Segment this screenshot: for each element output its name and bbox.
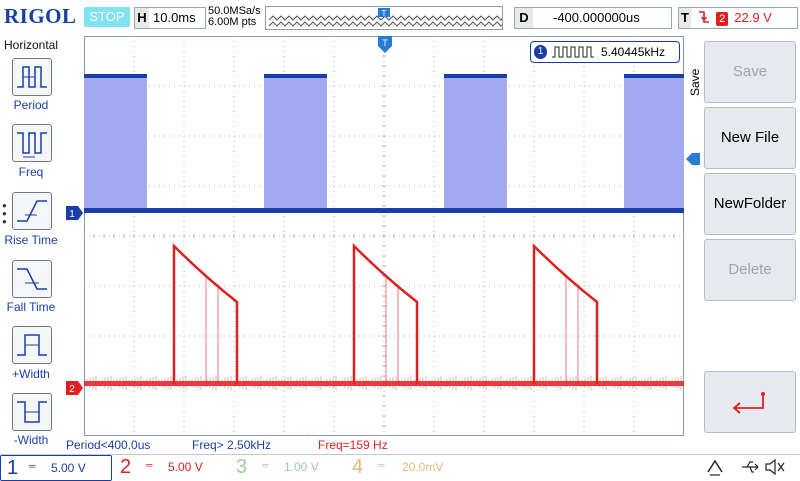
frequency-icon bbox=[17, 132, 47, 158]
trigger-level-marker[interactable] bbox=[686, 153, 700, 165]
menu-title: Horizontal bbox=[3, 38, 59, 52]
ch1-baseline bbox=[84, 208, 684, 213]
return-button[interactable] bbox=[704, 371, 796, 433]
measurement-freq-ch1[interactable]: Freq> 2.50kHz bbox=[192, 436, 271, 454]
rise-time-icon bbox=[17, 200, 47, 222]
ch3-scale: 1.00 V bbox=[284, 460, 319, 474]
usb-icon bbox=[742, 461, 759, 473]
ch4-scale: 20.0mV bbox=[402, 460, 444, 474]
period-icon bbox=[17, 66, 47, 88]
negative-width-icon bbox=[17, 401, 47, 423]
counter-channel-badge: 1 bbox=[534, 45, 547, 59]
measure-rise-time-button[interactable] bbox=[12, 192, 52, 230]
ch2-status[interactable]: 2 ═ 5.00 V bbox=[112, 455, 224, 479]
measure-positive-width-button[interactable] bbox=[12, 326, 52, 364]
new-file-button[interactable]: New File bbox=[704, 107, 796, 169]
menu-page-indicator: ● ● ● bbox=[2, 201, 7, 226]
measure-fall-time-button[interactable] bbox=[12, 260, 52, 298]
measure-negative-width-button[interactable] bbox=[12, 393, 52, 431]
memory-overview-waveform: T bbox=[268, 8, 526, 27]
ch1-burst-top bbox=[264, 74, 327, 78]
ch1-offset-marker-label: 1 bbox=[69, 209, 75, 220]
trigger-level: 22.9 V bbox=[734, 10, 772, 25]
ch1-scale: 5.00 V bbox=[51, 461, 86, 475]
ch1-burst-top bbox=[84, 74, 147, 78]
falling-edge-icon bbox=[698, 11, 709, 23]
ch1-burst-fill bbox=[84, 74, 147, 210]
ch1-burst-top bbox=[444, 74, 507, 78]
ch1-number: 1 bbox=[7, 457, 19, 479]
ch2-coupling-icon: ═ bbox=[146, 460, 153, 470]
measure-negative-width-label: -Width bbox=[13, 433, 49, 447]
measure-fall-time-label: Fall Time bbox=[6, 300, 56, 314]
ch3-status[interactable]: 3 ═ 1.00 V bbox=[228, 455, 340, 479]
measure-period-label: Period bbox=[13, 98, 49, 112]
ch2-scale: 5.00 V bbox=[168, 460, 203, 474]
delay-key: D bbox=[515, 8, 533, 28]
waveform-display[interactable] bbox=[83, 35, 687, 437]
ch1-status[interactable]: 1 ═ 5.00 V bbox=[0, 455, 112, 481]
timebase-value: 10.0ms bbox=[153, 10, 196, 25]
delay-value: -400.000000us bbox=[553, 10, 640, 25]
notification-icon[interactable] bbox=[706, 458, 724, 476]
trigger-status[interactable]: T 2 22.9 V bbox=[678, 7, 798, 29]
measure-freq-label: Freq bbox=[18, 165, 44, 179]
run-stop-status[interactable]: STOP bbox=[84, 7, 130, 27]
measurement-period[interactable]: Period<400.0us bbox=[66, 436, 150, 454]
ch4-coupling-icon: ═ bbox=[378, 460, 385, 470]
trigger-key: T bbox=[679, 8, 691, 28]
delete-button[interactable]: Delete bbox=[704, 239, 796, 301]
ch2-offset-marker-label: 2 bbox=[69, 384, 75, 395]
trigger-position-marker-label: T bbox=[382, 38, 388, 48]
return-arrow-icon bbox=[732, 392, 765, 414]
fall-time-icon bbox=[17, 268, 47, 290]
measure-period-button[interactable] bbox=[12, 58, 52, 96]
measure-rise-time-label: Rise Time bbox=[4, 233, 58, 247]
ch4-status[interactable]: 4 ═ 20.0mV bbox=[344, 455, 458, 479]
measurement-freq-ch2[interactable]: Freq=159 Hz bbox=[318, 436, 388, 454]
measure-positive-width-label: +Width bbox=[12, 367, 50, 381]
ch1-burst-top bbox=[624, 74, 687, 78]
ch2-number: 2 bbox=[120, 456, 132, 478]
ch1-burst-fill bbox=[444, 74, 507, 210]
menu-tab-save-label: Save bbox=[688, 68, 702, 96]
brand-logo: RIGOL bbox=[4, 4, 77, 28]
trigger-source-badge: 2 bbox=[716, 12, 729, 26]
ch4-number: 4 bbox=[352, 456, 364, 478]
ch1-coupling-icon: ═ bbox=[29, 461, 36, 471]
frequency-counter[interactable]: 1 5.40445kHz bbox=[530, 41, 680, 63]
memory-overview-strip[interactable]: T bbox=[265, 6, 526, 30]
timebase-key: H bbox=[135, 8, 149, 28]
memory-trigger-marker-label: T bbox=[382, 9, 387, 18]
ch1-burst-fill bbox=[264, 74, 327, 210]
new-folder-button[interactable]: NewFolder bbox=[704, 173, 796, 235]
ch2-offset-marker[interactable]: 2 bbox=[66, 381, 84, 395]
memory-depth: 6.00M pts bbox=[208, 16, 257, 28]
menu-tab-save: Save bbox=[686, 60, 704, 100]
counter-value: 5.40445kHz bbox=[601, 45, 666, 59]
horizontal-timebase[interactable]: H 10.0ms bbox=[134, 7, 206, 29]
horizontal-delay[interactable]: D -400.000000us bbox=[514, 7, 672, 29]
waveform-canvas bbox=[83, 35, 687, 437]
acquisition-info: 50.0MSa/s 6.00M pts bbox=[208, 6, 261, 28]
trigger-position-marker[interactable]: T bbox=[378, 36, 392, 54]
measure-freq-button[interactable] bbox=[12, 124, 52, 162]
ch3-number: 3 bbox=[236, 456, 248, 478]
ch1-offset-marker[interactable]: 1 bbox=[66, 206, 84, 220]
save-button[interactable]: Save bbox=[704, 41, 796, 103]
square-wave-icon bbox=[552, 46, 594, 58]
measurement-results: Period<400.0us Freq> 2.50kHz Freq=159 Hz bbox=[62, 436, 684, 454]
positive-width-icon bbox=[17, 334, 47, 356]
ch3-coupling-icon: ═ bbox=[262, 460, 269, 470]
speaker-muted-icon[interactable] bbox=[764, 457, 786, 477]
